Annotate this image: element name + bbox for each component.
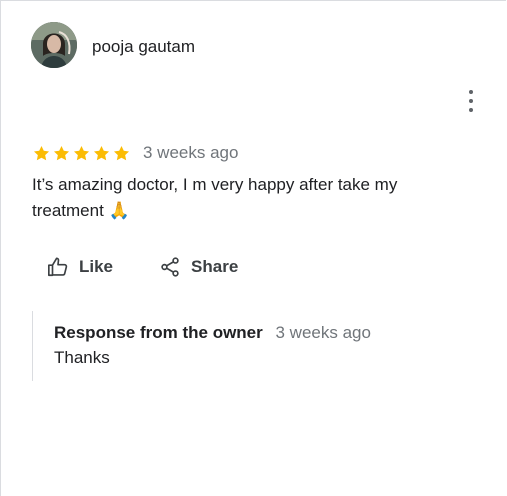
thumb-up-icon — [48, 257, 68, 277]
more-dot — [469, 99, 473, 103]
avatar[interactable] — [31, 22, 77, 68]
share-label: Share — [191, 257, 239, 276]
star-icon — [53, 145, 70, 160]
star-icon — [73, 145, 90, 160]
like-button[interactable]: Like — [47, 256, 113, 278]
star-icon — [33, 145, 50, 160]
review-date: 3 weeks ago — [143, 143, 239, 162]
star-icon — [93, 145, 110, 160]
owner-response: Response from the owner 3 weeks ago Than… — [32, 311, 473, 381]
author-name[interactable]: pooja gautam — [92, 37, 195, 57]
avatar-image — [31, 22, 77, 68]
review-actions: Like Share — [47, 256, 238, 278]
share-button[interactable]: Share — [159, 256, 238, 278]
star-icon — [113, 145, 130, 160]
owner-response-title: Response from the owner — [54, 323, 263, 342]
owner-response-header: Response from the owner 3 weeks ago — [54, 323, 371, 343]
review-text: It’s amazing doctor, I m very happy afte… — [32, 172, 452, 224]
review-text-line: It’s amazing doctor, I m very happy afte… — [32, 175, 398, 194]
review-card: pooja gautam 3 weeks ago It’s amazing do… — [0, 0, 506, 496]
owner-response-date: 3 weeks ago — [275, 323, 371, 342]
owner-response-text: Thanks — [54, 348, 110, 367]
more-dot — [469, 108, 473, 112]
more-dot — [469, 90, 473, 94]
star-rating — [32, 144, 131, 163]
share-icon — [161, 257, 179, 277]
like-label: Like — [79, 257, 114, 276]
more-options-icon[interactable] — [464, 90, 478, 112]
rating-row: 3 weeks ago — [32, 142, 238, 164]
review-text-line: treatment 🙏 — [32, 201, 130, 220]
